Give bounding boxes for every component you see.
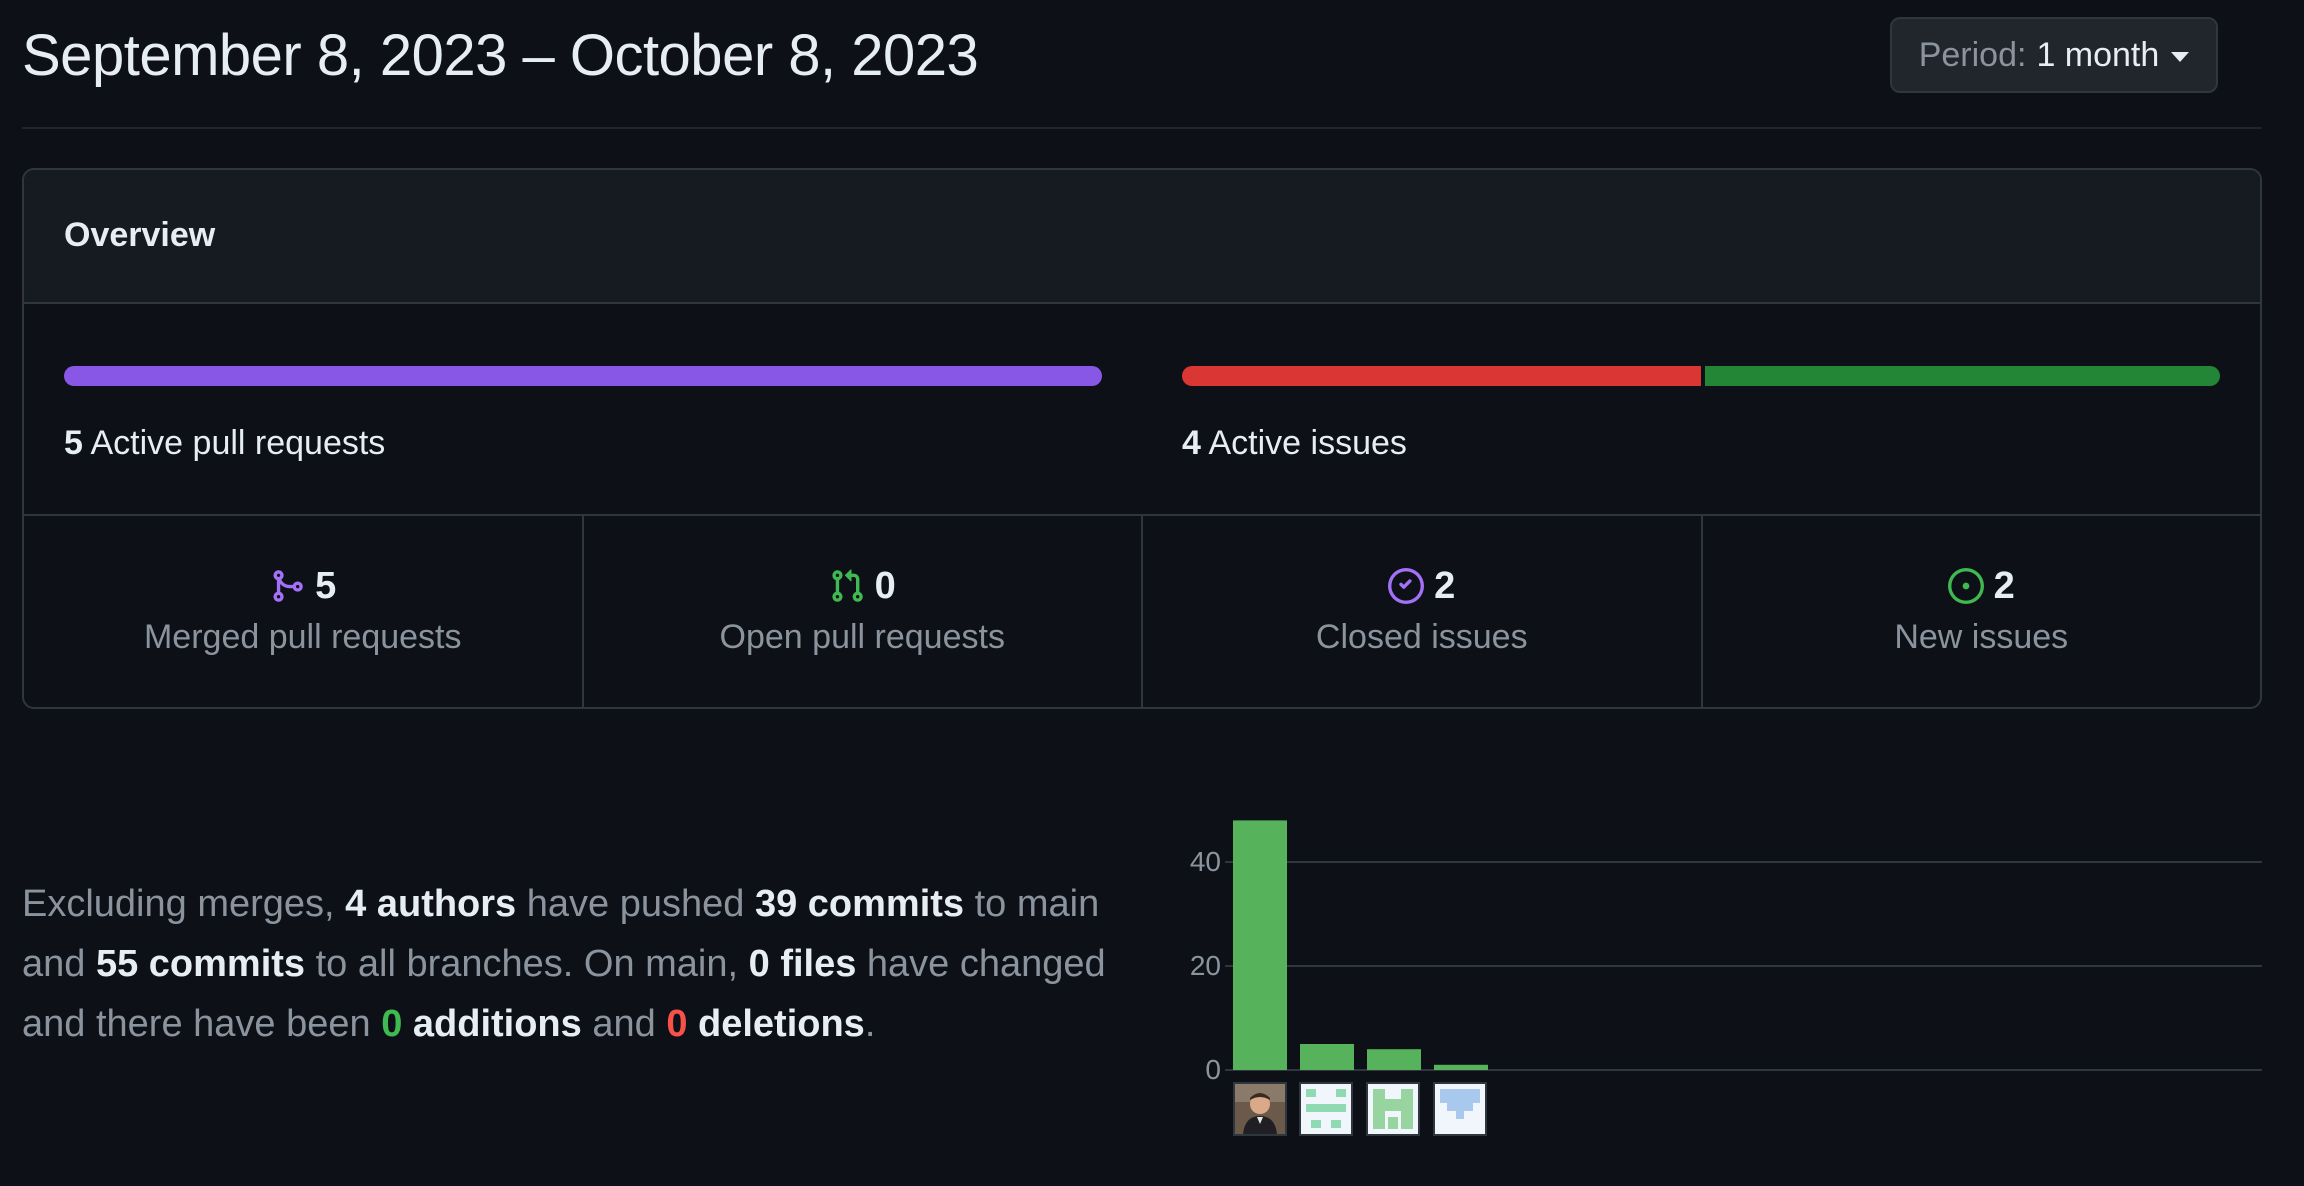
date-range-title: September 8, 2023 – October 8, 2023	[22, 23, 979, 88]
commit-summary: Excluding merges, 4 authors have pushed …	[22, 874, 1132, 1054]
y-tick-label: 0	[1205, 1054, 1221, 1085]
commit-bar[interactable]	[1300, 1044, 1354, 1070]
additions-label: additions	[402, 1003, 582, 1045]
commits-by-author-chart: 0 20 40	[1150, 800, 2262, 1150]
active-issues-link[interactable]: 4 Active issues	[1182, 424, 1407, 463]
period-value: 1 month	[2036, 35, 2160, 74]
overview-title: Overview	[64, 216, 216, 254]
active-pull-requests-label: Active pull requests	[90, 424, 386, 462]
overview-header: Overview	[24, 170, 2260, 304]
deletions-label: deletions	[687, 1003, 865, 1045]
stat-value: 0	[874, 564, 896, 607]
identicon-icon	[1435, 1084, 1485, 1134]
issues-bar-closed-segment	[1182, 366, 1701, 386]
stat-merged-pull-requests[interactable]: 5 Merged pull requests	[24, 516, 584, 707]
y-tick-label: 20	[1190, 950, 1221, 981]
issues-bar	[1182, 366, 2220, 386]
active-pull-requests-count: 5	[64, 424, 83, 462]
overview-panel: Overview 5 Active pull requests 4 Active…	[22, 168, 2262, 709]
pulse-page: September 8, 2023 – October 8, 2023 Peri…	[0, 0, 2304, 1186]
author-avatar[interactable]	[1366, 1082, 1420, 1136]
author-avatar[interactable]	[1233, 1082, 1287, 1136]
files-changed-count: 0 files	[748, 943, 857, 985]
active-issues-count: 4	[1182, 424, 1201, 462]
additions-count: 0	[381, 1003, 403, 1045]
authors-link[interactable]: 4 authors	[345, 883, 516, 925]
stat-open-pull-requests[interactable]: 0 Open pull requests	[584, 516, 1143, 707]
commit-bar[interactable]	[1367, 1049, 1421, 1070]
issue-opened-icon	[1947, 568, 1984, 604]
summary-text: and	[581, 1003, 667, 1045]
period-label: Period:	[1918, 35, 2027, 74]
stat-label: Merged pull requests	[143, 618, 462, 656]
stat-closed-issues[interactable]: 2 Closed issues	[1143, 516, 1703, 707]
identicon-icon	[1368, 1084, 1418, 1134]
period-dropdown-button[interactable]: Period: 1 month	[1890, 17, 2218, 93]
summary-text: Excluding merges,	[22, 883, 346, 925]
activity-bars-row: 5 Active pull requests 4 Active issues	[24, 304, 2260, 516]
pulse-header: September 8, 2023 – October 8, 2023 Peri…	[22, 0, 2262, 129]
commit-bar[interactable]	[1233, 820, 1287, 1070]
stat-value: 2	[1993, 564, 2015, 607]
summary-text: have pushed	[516, 883, 755, 925]
y-tick-label: 40	[1190, 846, 1221, 877]
pull-requests-bar	[64, 366, 1102, 386]
caret-down-icon	[2171, 52, 2190, 62]
git-merge-icon	[273, 570, 303, 602]
git-pull-request-icon	[832, 569, 863, 602]
stat-value: 2	[1434, 564, 1456, 607]
deletions-count: 0	[666, 1003, 688, 1045]
commits-main-link[interactable]: 39 commits	[755, 883, 964, 925]
active-issues-label: Active issues	[1208, 424, 1407, 462]
issue-closed-icon	[1388, 568, 1425, 604]
stat-label: Closed issues	[1315, 618, 1528, 656]
stat-label: New issues	[1894, 618, 2069, 656]
stat-label: Open pull requests	[719, 618, 1005, 656]
summary-text: .	[864, 1003, 876, 1045]
summary-text: to all branches. On main,	[305, 943, 749, 985]
identicon-icon	[1301, 1084, 1351, 1134]
author-avatar[interactable]	[1299, 1082, 1353, 1136]
active-pull-requests-link[interactable]: 5 Active pull requests	[64, 424, 385, 463]
stat-value: 5	[315, 564, 337, 607]
commit-bar[interactable]	[1434, 1064, 1488, 1070]
stat-new-issues[interactable]: 2 New issues	[1703, 516, 2261, 707]
commits-all-link[interactable]: 55 commits	[96, 943, 305, 985]
issues-bar-open-segment	[1705, 366, 2220, 386]
stats-row: 5 Merged pull requests 0 Open pull reque…	[24, 516, 2261, 707]
person-avatar-icon	[1235, 1084, 1285, 1134]
author-avatar[interactable]	[1433, 1082, 1487, 1136]
